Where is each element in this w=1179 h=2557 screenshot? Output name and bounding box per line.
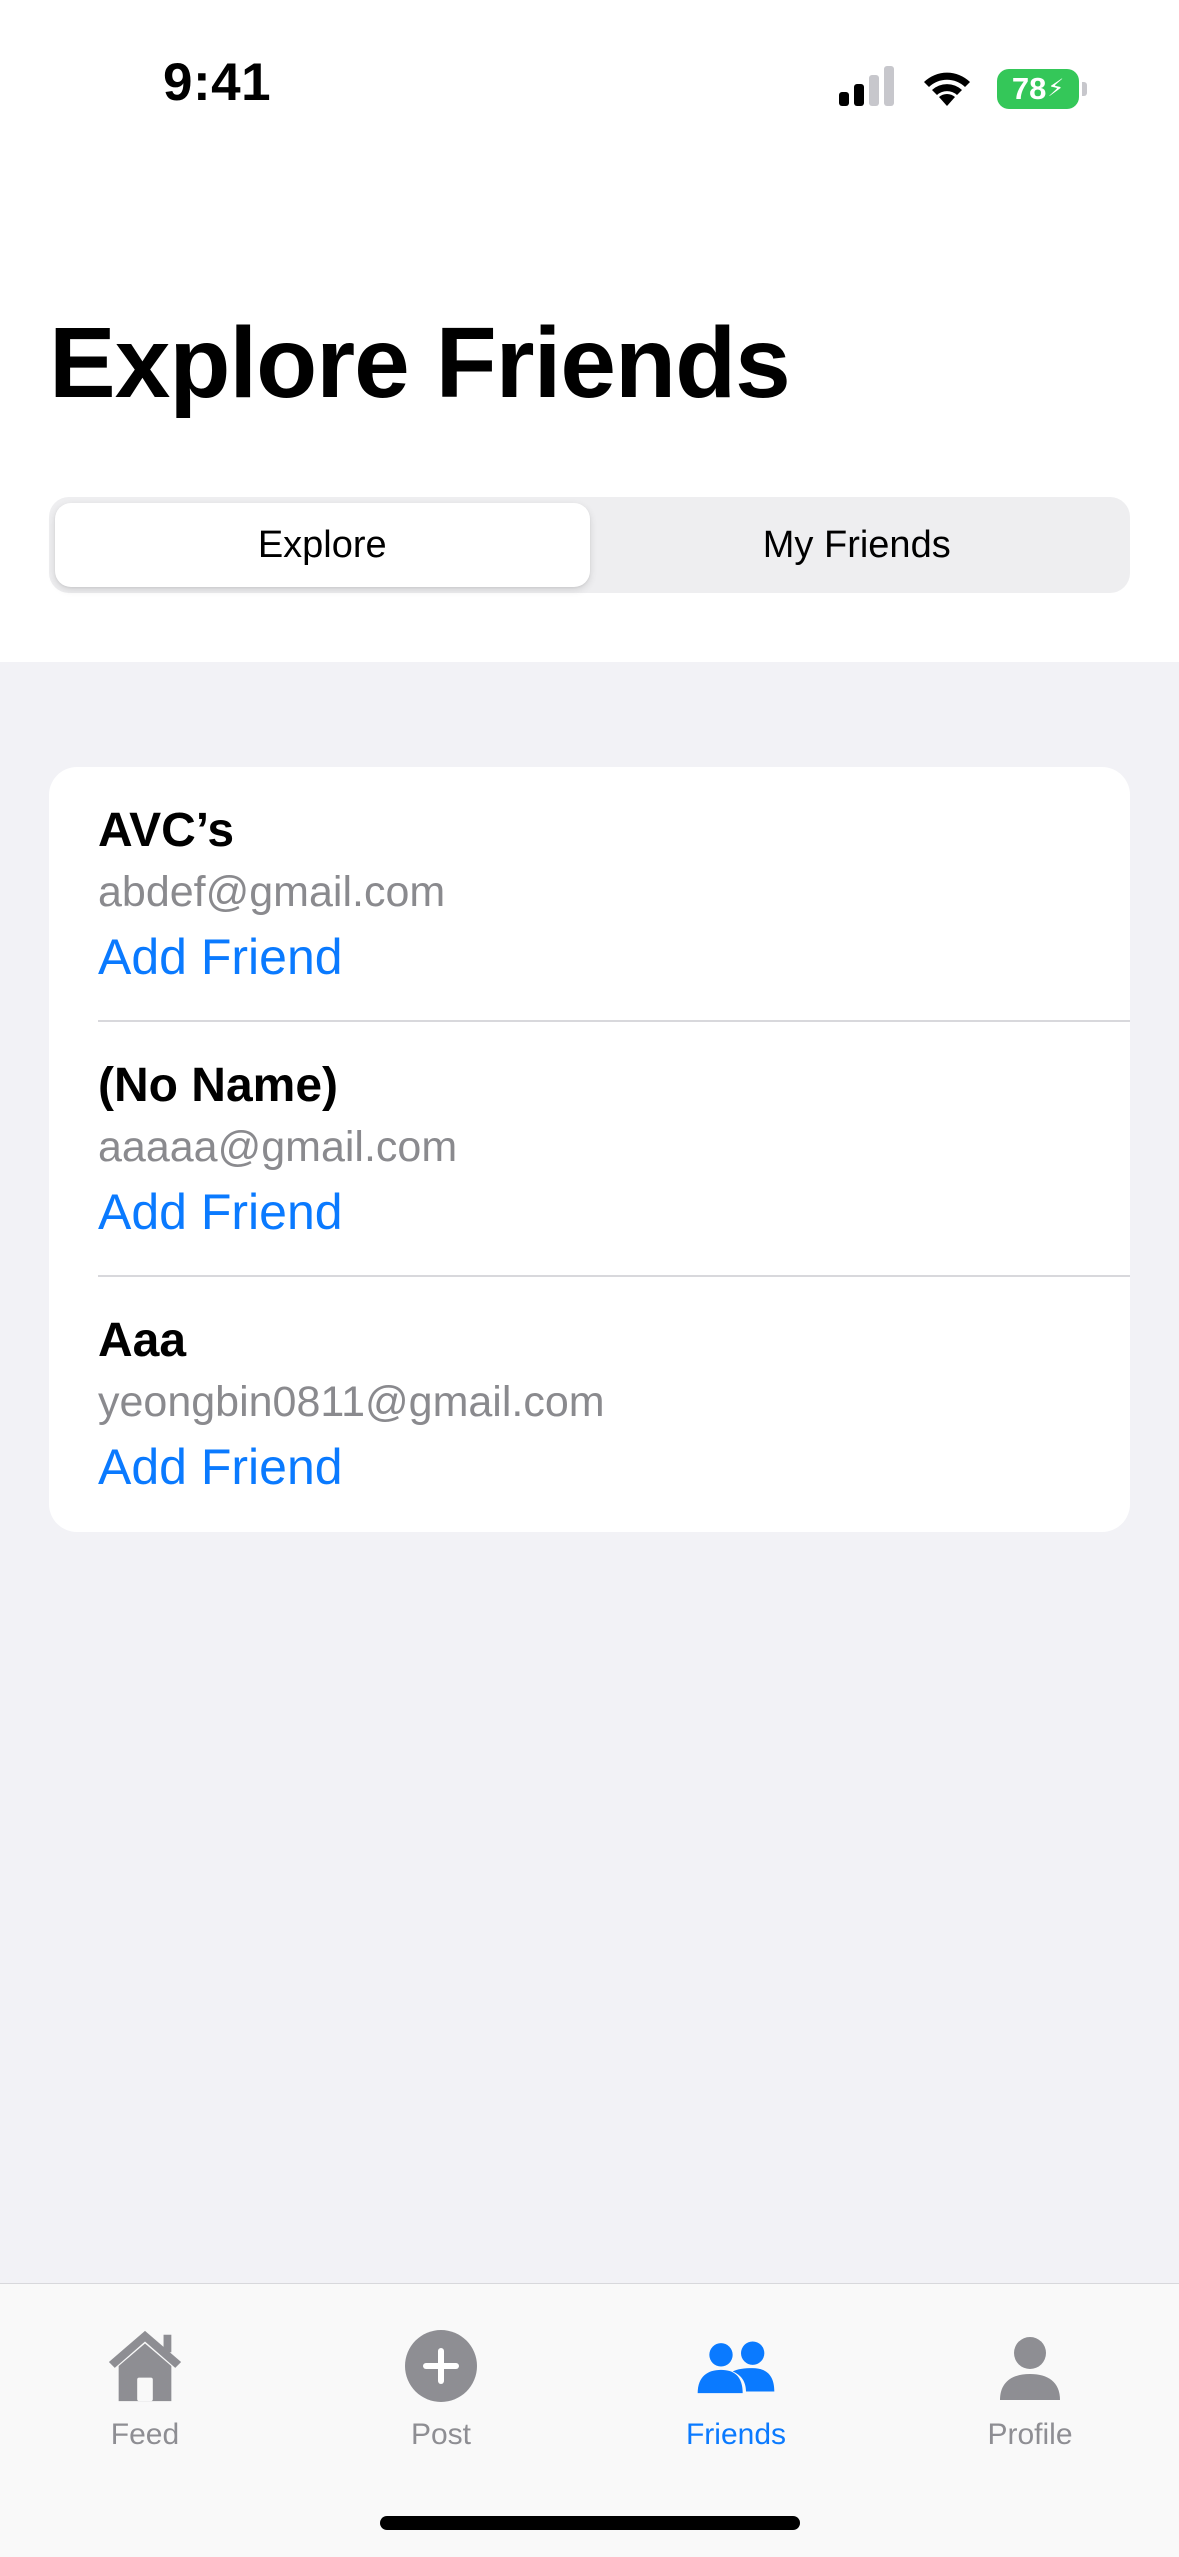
friend-name: (No Name): [98, 1059, 339, 1112]
plus-circle-icon: [401, 2326, 481, 2402]
tab-bar: Feed Post Friends Profile: [0, 2283, 1179, 2557]
battery-indicator: 78 ⚡: [997, 68, 1087, 109]
add-friend-button[interactable]: Add Friend: [98, 1183, 343, 1241]
battery-cap: [1082, 81, 1087, 96]
wifi-icon: [921, 66, 973, 111]
tab-friends[interactable]: Friends: [636, 2326, 836, 2452]
battery-level: 78: [1011, 70, 1047, 106]
friend-name: Aaa: [98, 1314, 187, 1367]
segment-my-friends[interactable]: My Friends: [590, 503, 1125, 587]
segment-explore[interactable]: Explore: [55, 503, 590, 587]
tab-post[interactable]: Post: [341, 2326, 541, 2452]
status-icons: 78 ⚡: [839, 66, 1087, 111]
friend-email: yeongbin0811@gmail.com: [98, 1378, 605, 1426]
add-friend-button[interactable]: Add Friend: [98, 928, 343, 986]
tab-label: Feed: [110, 2418, 180, 2451]
people-icon: [696, 2326, 776, 2402]
friend-name: AVC’s: [98, 804, 235, 857]
list-item: AVC’s abdef@gmail.com Add Friend: [49, 767, 1130, 1022]
tab-label: Friends: [685, 2418, 787, 2451]
tab-label: Profile: [987, 2418, 1073, 2451]
list-item: (No Name) aaaaa@gmail.com Add Friend: [49, 1022, 1130, 1277]
cellular-signal-icon: [839, 66, 897, 111]
friends-list: AVC’s abdef@gmail.com Add Friend (No Nam…: [49, 767, 1130, 1532]
tab-feed[interactable]: Feed: [45, 2326, 245, 2452]
house-icon: [105, 2326, 185, 2402]
list-item: Aaa yeongbin0811@gmail.com Add Friend: [49, 1277, 1130, 1532]
tab-label: Post: [410, 2418, 472, 2451]
segmented-control: Explore My Friends: [49, 497, 1130, 593]
home-indicator: [380, 2516, 800, 2530]
person-icon: [990, 2326, 1070, 2402]
add-friend-button[interactable]: Add Friend: [98, 1438, 343, 1496]
friend-email: aaaaa@gmail.com: [98, 1123, 458, 1171]
status-time: 9:41: [163, 53, 272, 112]
tab-profile[interactable]: Profile: [930, 2326, 1130, 2452]
status-bar: 9:41 78 ⚡: [0, 0, 1179, 175]
friend-email: abdef@gmail.com: [98, 868, 446, 916]
page-title: Explore Friends: [49, 307, 791, 419]
charging-bolt-icon: ⚡: [1047, 75, 1065, 102]
